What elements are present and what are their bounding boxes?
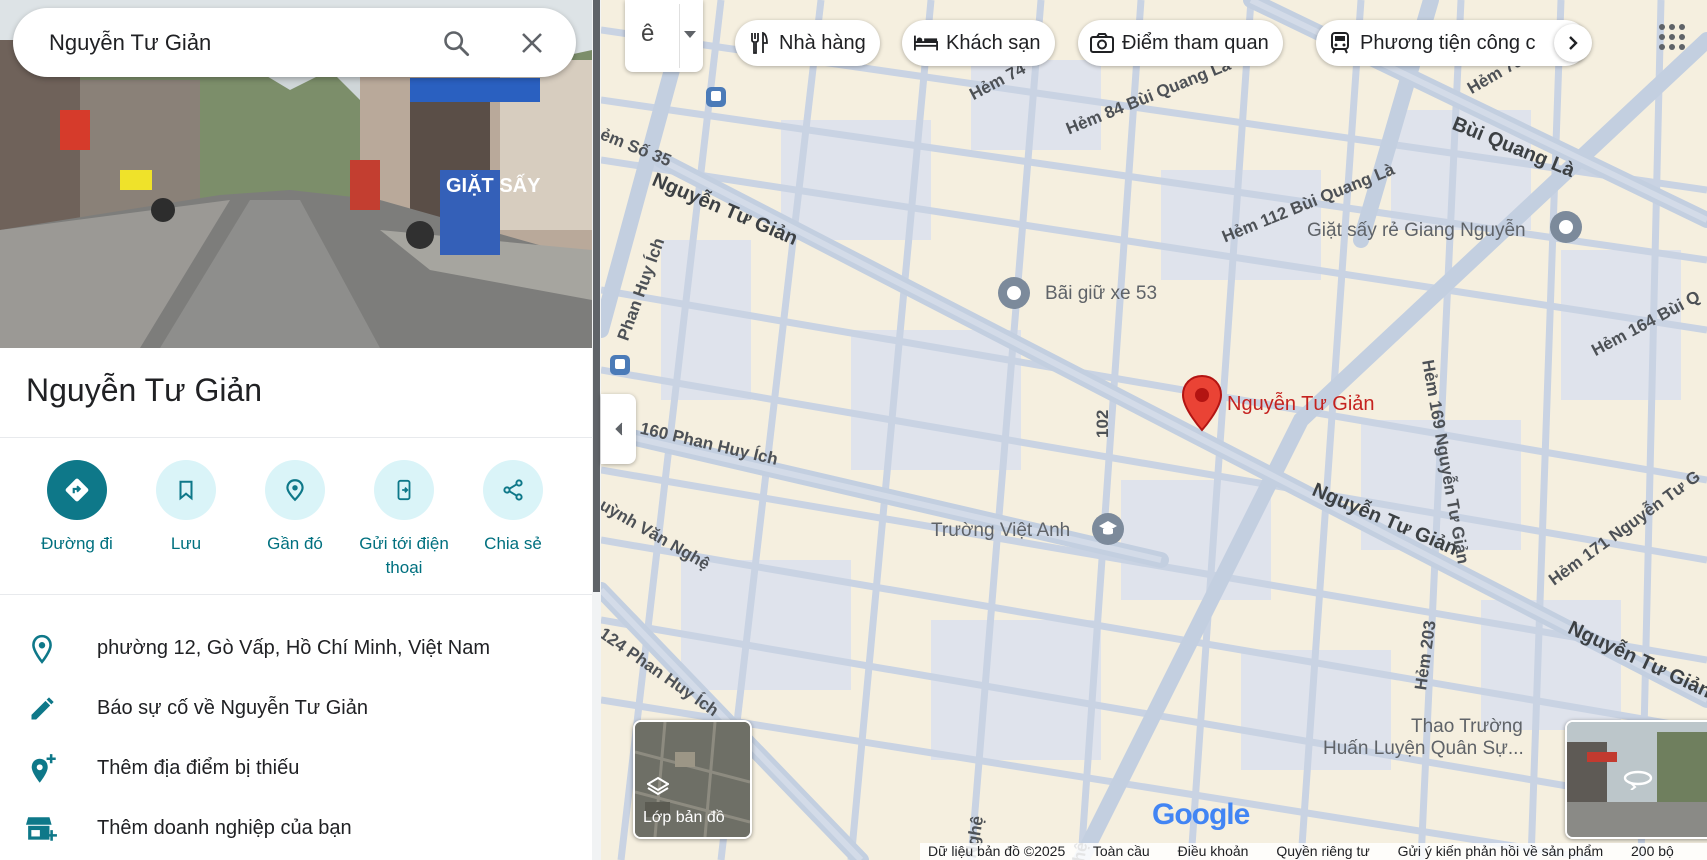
map-canvas[interactable]: Nguyễn Tư Giản Nguyễn Tư Giản Nguyễn Tư … [601,0,1707,860]
search-icon[interactable] [437,24,475,62]
chip-transit[interactable]: Phương tiện công c [1316,20,1588,66]
scale-label[interactable]: 200 bộ [1631,843,1674,859]
poi-label[interactable]: Bãi giữ xe 53 [1045,283,1157,305]
report-issue-row[interactable]: Báo sự cố về Nguyễn Tư Giản [0,681,592,737]
laundry-poi-icon[interactable] [1549,210,1583,244]
chip-hotels[interactable]: Khách sạn [902,20,1055,66]
bus-stop-icon[interactable] [705,86,727,108]
add-place-row[interactable]: Thêm địa điểm bị thiếu [0,741,592,797]
send-to-phone-label: Gửi tới điện thoại [359,534,449,577]
input-method-glyph: ê [641,20,655,47]
location-marker-icon[interactable] [1180,374,1224,432]
divider [0,594,592,595]
divider [679,4,680,68]
save-label: Lưu [170,534,202,553]
nearby-icon [265,460,325,520]
camera-icon [1090,31,1114,55]
privacy-link[interactable]: Quyền riêng tư [1276,843,1369,859]
address-text: phường 12, Gò Vấp, Hồ Chí Minh, Việt Nam [97,637,490,659]
add-business-text: Thêm doanh nghiệp của bạn [97,817,352,839]
layers-label: Lớp bản đồ [643,809,725,826]
nearby-button[interactable]: Gần đó [240,460,350,556]
chevron-right-icon [1569,36,1578,50]
chip-attractions[interactable]: Điểm tham quan [1078,20,1283,66]
close-icon[interactable] [513,24,551,62]
terms-link[interactable]: Điều khoản [1178,843,1249,859]
map-copyright: Dữ liệu bản đồ ©2025 [928,843,1066,859]
add-place-text: Thêm địa điểm bị thiếu [97,757,300,779]
layers-button[interactable]: Lớp bản đồ [633,720,752,839]
share-label: Chia sẻ [484,534,542,553]
add-place-icon [26,753,58,785]
photo-sign-text: GIẶT SẤY [446,174,541,197]
chips-scroll-right-button[interactable] [1554,24,1592,62]
pencil-icon [26,693,58,725]
input-tools-button[interactable]: ê [625,0,703,72]
map-roads [601,0,1707,860]
chip-restaurants[interactable]: Nhà hàng [735,20,880,66]
chevron-down-icon [684,31,696,38]
chip-label: Điểm tham quan [1122,31,1269,54]
directions-icon [47,460,107,520]
poi-label[interactable]: Trường Việt Anh [931,520,1070,542]
apps-grid-icon[interactable] [1657,22,1687,52]
school-poi-icon[interactable] [1091,512,1125,546]
send-to-phone-icon [374,460,434,520]
map-footer: Dữ liệu bản đồ ©2025 Toàn cầu Điều khoản… [920,843,1707,860]
chip-label: Phương tiện công c [1360,31,1536,54]
marker-label[interactable]: Nguyễn Tư Giản [1227,393,1375,416]
transit-icon [1328,31,1352,55]
share-icon [483,460,543,520]
chip-label: Nhà hàng [779,31,866,54]
feedback-link[interactable]: Gửi ý kiến phản hồi về sản phẩm [1398,843,1604,859]
add-business-row[interactable]: Thêm doanh nghiệp của bạn [0,801,592,857]
global-link[interactable]: Toàn cầu [1093,843,1150,859]
report-issue-text: Báo sự cố về Nguyễn Tư Giản [97,697,368,719]
share-button[interactable]: Chia sẻ [458,460,568,556]
nearby-label: Gần đó [267,534,323,553]
poi-label[interactable]: Giặt sấy rẻ Giang Nguyễn [1307,220,1526,242]
search-box[interactable]: Nguyễn Tư Giản [13,8,576,77]
side-panel: GIẶT SẤY Nguyễn Tư Giản Nguyễn Tư Giản Đ… [0,0,592,860]
google-logo: Google [1152,798,1250,831]
directions-label: Đường đi [41,534,113,553]
collapse-panel-button[interactable] [601,394,636,464]
bus-stop-icon[interactable] [609,354,631,376]
address-row[interactable]: phường 12, Gò Vấp, Hồ Chí Minh, Việt Nam [0,621,592,677]
road-label: 102 [1093,409,1112,438]
save-button[interactable]: Lưu [131,460,241,556]
location-pin-icon [26,633,58,665]
bookmark-icon [156,460,216,520]
add-business-icon [26,813,58,845]
rotate-360-icon [1623,770,1653,790]
scrollbar-thumb[interactable] [593,0,600,592]
place-title: Nguyễn Tư Giản [26,372,263,408]
search-input[interactable]: Nguyễn Tư Giản [49,30,211,56]
poi-label[interactable]: Huấn Luyện Quân Sự... [1323,738,1524,760]
chip-label: Khách sạn [946,31,1041,54]
directions-button[interactable]: Đường đi [22,460,132,556]
restaurant-icon [747,31,771,55]
layers-icon [647,776,669,796]
street-view-thumbnail[interactable] [1565,720,1707,839]
divider [0,437,592,438]
poi-label[interactable]: Thao Trường [1411,716,1523,738]
send-to-phone-button[interactable]: Gửi tới điện thoại [349,460,459,580]
hotel-icon [914,31,938,55]
chevron-left-icon [614,422,622,436]
parking-poi-icon[interactable] [997,276,1031,310]
